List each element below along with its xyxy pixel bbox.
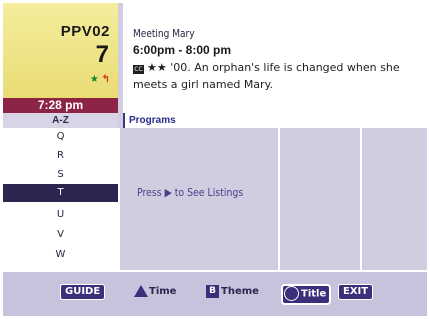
az-header[interactable]: A-Z — [3, 113, 118, 128]
time-button[interactable]: Time — [134, 284, 176, 300]
triangle-a-icon — [134, 285, 148, 297]
exit-label: EXIT — [338, 284, 374, 300]
theme-button[interactable]: B Theme — [206, 284, 259, 300]
footer-divider — [3, 270, 427, 272]
current-time: 7:28 pm — [3, 98, 118, 113]
title-button[interactable]: Title — [281, 284, 332, 305]
letter-item[interactable]: V — [3, 226, 118, 244]
square-b-icon: B — [206, 284, 219, 298]
theme-label: Theme — [221, 286, 259, 297]
time-label: Time — [149, 286, 177, 297]
title-selected-box: Title — [281, 284, 332, 305]
letter-item[interactable]: W — [3, 246, 118, 264]
program-description: CC ★★ '00. An orphan's life is changed wh… — [133, 59, 415, 93]
letter-item-selected[interactable]: T — [3, 184, 118, 202]
listing-column-1[interactable] — [118, 128, 278, 270]
letter-item[interactable]: Q — [3, 128, 118, 146]
program-time: 6:00pm - 8:00 pm — [133, 43, 232, 57]
prompt-see-listings: to See Listings — [174, 186, 244, 199]
channel-box: PPV02 7 ★ ↰ — [3, 3, 118, 98]
channel-name: PPV02 — [60, 23, 110, 40]
channel-icons: ★ ↰ — [90, 75, 110, 85]
prompt-press: Press — [137, 186, 162, 199]
right-arrow-icon: ▶ — [164, 186, 172, 199]
programs-header: Programs — [123, 113, 427, 128]
description-line-1: '00. An orphan's life is changed when sh… — [170, 61, 400, 74]
listing-column-3[interactable] — [360, 128, 427, 270]
program-rating: ★★ — [147, 61, 167, 74]
program-info-panel: Meeting Mary 6:00pm - 8:00 pm CC ★★ '00. … — [123, 3, 427, 113]
channel-number: 7 — [95, 41, 109, 68]
description-line-2: meets a girl named Mary. — [133, 78, 274, 91]
letter-item[interactable]: S — [3, 166, 118, 184]
closed-caption-icon: CC — [133, 65, 144, 74]
program-title: Meeting Mary — [133, 27, 195, 40]
star-icon: ★ — [89, 74, 99, 85]
guide-button[interactable]: GUIDE — [60, 284, 106, 300]
letter-item[interactable]: U — [3, 206, 118, 224]
circle-c-icon — [284, 286, 299, 301]
listing-prompt: Press ▶ to See Listings — [137, 186, 243, 199]
letter-item[interactable]: R — [3, 147, 118, 165]
lock-icon: ↰ — [101, 74, 110, 85]
listing-column-2[interactable] — [278, 128, 360, 270]
guide-label: GUIDE — [60, 284, 106, 300]
letter-list: Q R S T U V W — [3, 128, 118, 270]
title-label: Title — [301, 288, 327, 300]
exit-button[interactable]: EXIT — [338, 284, 374, 300]
